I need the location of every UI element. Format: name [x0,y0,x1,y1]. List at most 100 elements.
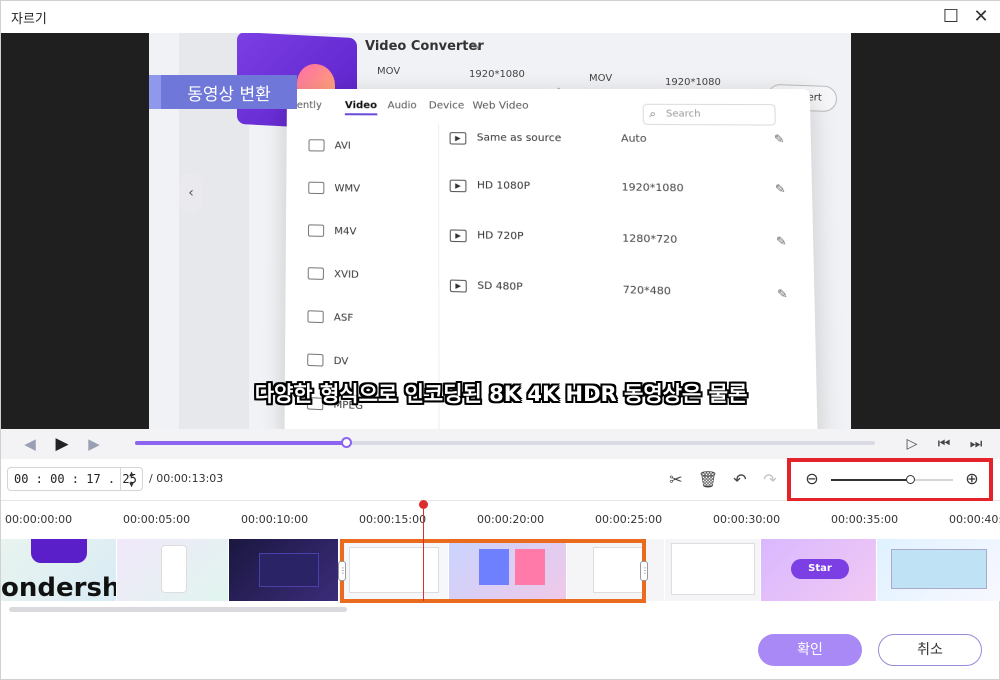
clip-thumbnail [117,539,229,601]
undo-icon[interactable]: ↶ [729,469,751,491]
time-input[interactable]: 00 : 00 : 17 . 25 ▲ ▼ [7,467,143,491]
list-item: ▶ HD 720P 1280*720 ✎ [450,221,805,268]
title-bar: 자르기 ☐ ✕ [1,1,1000,33]
window-title: 자르기 [11,8,47,27]
format-tabs: ently Video Audio Device Web Video ⌕ Sea… [297,97,801,121]
time-stepper[interactable]: ▲ ▼ [120,468,142,490]
crop-selection[interactable]: ⋮ ⋮ [340,539,646,603]
playback-progress [135,441,346,445]
redo-icon[interactable]: ↷ [759,469,781,491]
tab-audio: Audio [388,100,417,111]
brand-text: ondersha [1,573,117,601]
info-text: MOV [589,73,612,84]
zoom-control: ⊖ ⊕ [787,458,993,502]
chevron-left-icon: ‹ [179,173,203,213]
list-item: ▶ HD 1080P 1920*1080 ✎ [450,171,804,215]
zoom-slider[interactable] [831,479,953,481]
zoom-in-icon[interactable]: ⊕ [961,468,983,490]
app-title: Video Converter [365,39,484,54]
edit-icon: ✎ [471,41,480,54]
search-input: ⌕ Search [643,104,776,126]
play-icon: ▶ [450,229,467,242]
search-placeholder: Search [666,109,701,120]
crop-dialog: 자르기 ☐ ✕ Video Converter ✎ MOV 1920*1080 … [0,0,1000,680]
edit-toolbar: 00 : 00 : 17 . 25 ▲ ▼ / 00:00:13:03 ✂ 🗑 ↶… [1,459,1000,501]
disc-icon [308,224,324,237]
zoom-fill [831,479,910,481]
banner-text: 동영상 변환 [169,80,289,105]
playback-bar: ◀ ▶ ▶ ▷ ⏮ ⏭ [1,429,1000,459]
confirm-button[interactable]: 확인 [758,634,862,666]
tab-video: Video [345,100,377,115]
timeline-ruler[interactable]: 00:00:00:00 00:00:05:00 00:00:10:00 00:0… [1,501,1000,539]
edit-icon: ✎ [777,287,788,302]
tab-recently: ently [297,100,322,111]
list-item: ▶ Same as source Auto ✎ [450,124,803,165]
asf-icon [307,310,323,323]
info-text: MOV [377,66,400,77]
info-text: 1920*1080 [469,69,525,80]
close-icon[interactable]: ✕ [971,7,991,27]
list-item: ▶ SD 480P 720*480 ✎ [450,271,806,321]
list-item: M4V [308,224,357,237]
timeline-scrollbar[interactable] [9,607,347,612]
step-forward-icon[interactable]: ▶ [83,433,105,455]
trim-end-handle[interactable]: ⋮ [640,561,648,581]
tick-label: 00:00:10:00 [241,513,308,526]
tick-label: 00:00:00:00 [5,513,72,526]
info-text: 1920*1080 [665,77,721,88]
clip-thumbnail [877,539,1000,601]
play-icon: ▶ [450,132,467,144]
clip-thumbnail [665,539,761,601]
preview-play-icon[interactable]: ▷ [901,433,923,455]
zoom-out-icon[interactable]: ⊖ [801,468,823,490]
video-preview: Video Converter ✎ MOV 1920*1080 → MOV 19… [1,33,1000,429]
edit-icon: ✎ [776,234,787,248]
banner: 동영상 변환 [149,75,297,109]
film-icon [308,139,324,151]
video-frame: Video Converter ✎ MOV 1920*1080 → MOV 19… [149,33,851,429]
clip-thumbnail: ondersha [1,539,117,601]
video-subtitle: 다양한 형식으로 인코딩된 8K 4K HDR 동영상은 물론 [1,378,1000,408]
tab-device: Device [429,100,465,111]
total-duration: / 00:00:13:03 [149,472,223,485]
play-icon: ▶ [450,180,467,193]
xvid-icon [308,267,324,280]
trim-start-handle[interactable]: ⋮ [338,561,346,581]
list-item: ASF [307,310,353,324]
playhead-line [423,509,424,601]
start-badge: Star [791,559,849,579]
tick-label: 00:00:15:00 [359,513,426,526]
step-back-icon[interactable]: ◀ [19,433,41,455]
tab-web-video: Web Video [472,100,528,112]
zoom-handle[interactable] [906,475,915,484]
clip-thumbnail [229,539,339,601]
tick-label: 00:00:05:00 [123,513,190,526]
cancel-button[interactable]: 취소 [878,634,982,666]
playback-handle[interactable] [341,437,352,448]
edit-icon: ✎ [775,182,786,196]
tick-label: 00:00:20:00 [477,513,544,526]
list-item: WMV [308,182,360,195]
tick-label: 00:00:25:00 [595,513,662,526]
scissors-icon[interactable]: ✂ [665,469,687,491]
list-item: AVI [308,139,350,152]
time-value: 00 : 00 : 17 . 25 [14,472,137,486]
play-icon: ▶ [450,279,467,292]
tick-label: 00:00:35:00 [831,513,898,526]
clip-thumbnail: Star [761,539,877,601]
skip-next-icon[interactable]: ⏭ [965,433,987,455]
playhead-handle[interactable] [419,500,428,509]
skip-previous-icon[interactable]: ⏮ [933,433,955,455]
delete-icon[interactable]: 🗑 [697,469,719,491]
playback-slider[interactable] [135,441,875,445]
search-icon: ⌕ [649,105,656,124]
maximize-icon[interactable]: ☐ [941,7,961,27]
list-item: DV [307,354,348,368]
list-item: XVID [308,267,359,281]
clapper-icon [308,182,324,194]
tick-label: 00:00:40: [949,513,1000,526]
edit-icon: ✎ [774,132,785,146]
play-icon[interactable]: ▶ [51,433,73,455]
tick-label: 00:00:30:00 [713,513,780,526]
